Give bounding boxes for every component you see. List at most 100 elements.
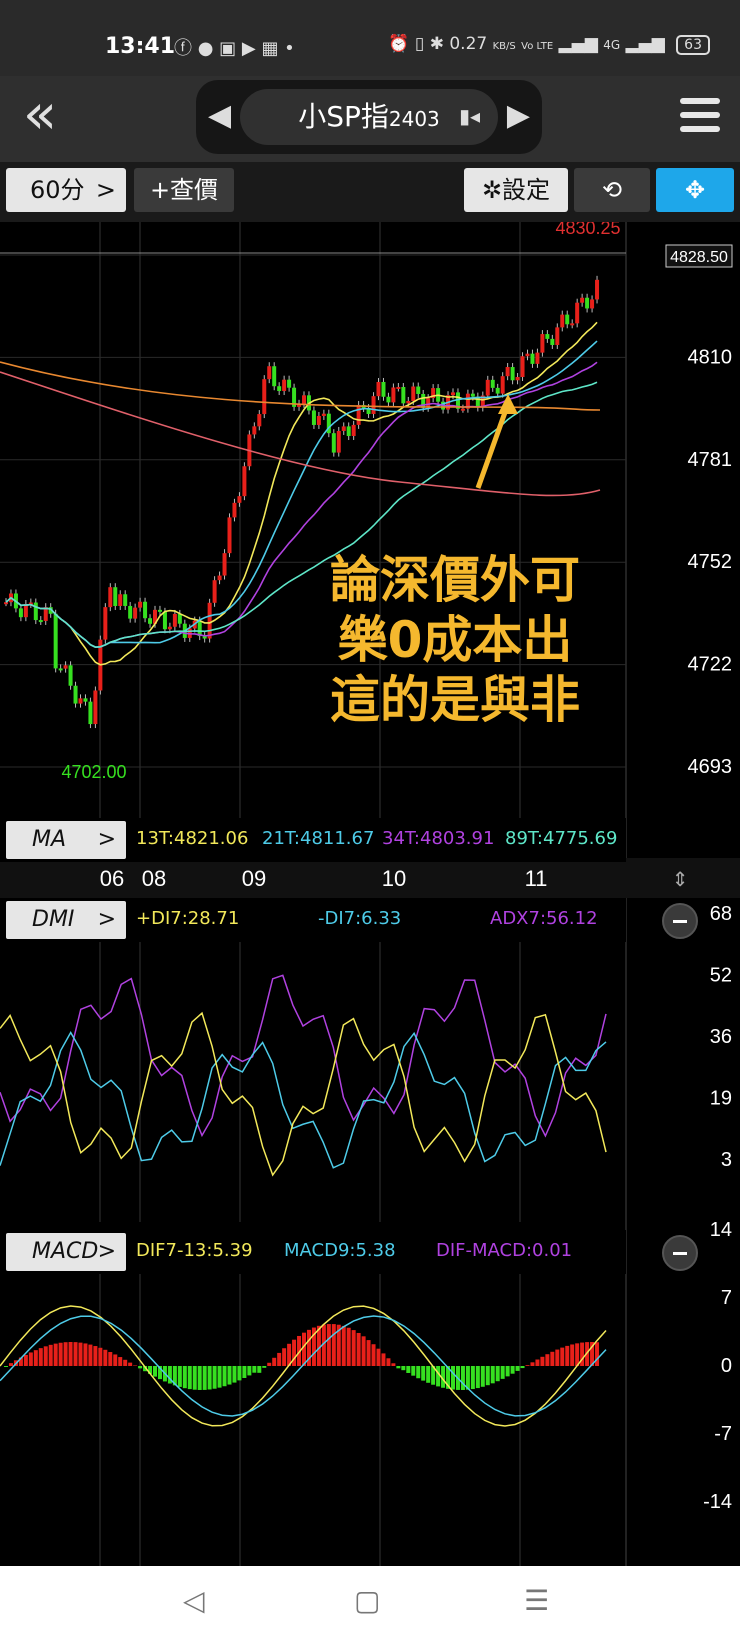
- macd-histogram-bar: [351, 1330, 356, 1366]
- candle-body: [212, 580, 217, 603]
- ma89-value: 89T:4775.69: [505, 828, 618, 849]
- macd-button[interactable]: MACD >: [6, 1233, 126, 1271]
- macd-histogram-bar: [232, 1366, 237, 1383]
- candle-body: [416, 386, 421, 394]
- macd-histogram-bar: [262, 1366, 267, 1368]
- macd-histogram-bar: [391, 1363, 396, 1366]
- chevron-right-icon: >: [97, 907, 116, 932]
- annotation-text: 論深價外可 樂0成本出 這的是與非: [305, 550, 605, 730]
- dmi-tick-label: 52: [710, 965, 732, 987]
- macd-histogram-bar: [525, 1365, 530, 1366]
- rotate-button[interactable]: ⟲: [574, 168, 650, 212]
- candle-body: [550, 338, 555, 345]
- candle-body: [580, 297, 585, 303]
- candle-body: [570, 323, 575, 326]
- macd-histogram-bar: [560, 1347, 565, 1366]
- macd-histogram-bar: [475, 1366, 480, 1389]
- dmi-button[interactable]: DMI >: [6, 901, 126, 939]
- prev-symbol-icon[interactable]: ◀: [208, 98, 231, 133]
- candle-body: [143, 601, 148, 619]
- drag-handle-icon[interactable]: ▮◂: [459, 104, 480, 128]
- macd-histogram-bar: [4, 1366, 8, 1367]
- ma-button[interactable]: MA >: [6, 821, 126, 859]
- macd-histogram-bar: [73, 1342, 78, 1366]
- settings-button[interactable]: ✲設定: [464, 168, 568, 212]
- candle-body: [585, 297, 590, 309]
- minus-di-line: [0, 1030, 607, 1169]
- candle-body: [510, 367, 515, 381]
- macd-histogram-bar: [38, 1348, 43, 1366]
- symbol-switcher: ◀ 小SP指2403 ▮◂ ▶: [196, 80, 542, 154]
- candle-body: [83, 698, 88, 702]
- candle-body: [78, 698, 83, 704]
- macd-histogram-bar: [381, 1353, 386, 1366]
- candle-body: [232, 502, 237, 518]
- resize-handle-icon: ⇕: [672, 867, 689, 891]
- candle-body: [530, 353, 535, 364]
- candle-body: [336, 430, 341, 453]
- candle-body: [316, 415, 321, 425]
- macd-histogram-bar: [202, 1366, 207, 1390]
- macd-histogram-bar: [138, 1366, 143, 1369]
- nav-back-icon[interactable]: ◁: [183, 1584, 205, 1617]
- macd-histogram-bar: [485, 1366, 490, 1386]
- back-icon[interactable]: «: [8, 87, 72, 146]
- x-tick-label: 06: [100, 866, 124, 891]
- price-chart[interactable]: 4839481047814752472246930608091011⇕68523…: [0, 222, 740, 1566]
- dmi-tick-label: 36: [710, 1026, 732, 1048]
- macd-histogram-bar: [361, 1336, 366, 1366]
- macd-histogram: [0, 1305, 607, 1427]
- candle-body: [113, 587, 118, 606]
- candle-body: [381, 381, 386, 397]
- settings-label: 設定: [502, 176, 551, 204]
- fullscreen-button[interactable]: ✥: [656, 168, 734, 212]
- macd-histogram-bar: [366, 1340, 371, 1366]
- next-symbol-icon[interactable]: ▶: [507, 98, 530, 133]
- macd-histogram-bar: [123, 1359, 128, 1366]
- candle-body: [277, 386, 282, 392]
- candle-body: [575, 302, 580, 324]
- candle-body: [555, 327, 560, 345]
- vibrate-icon: ▯: [414, 34, 425, 54]
- candle-body: [237, 496, 242, 503]
- macd-histogram-bar: [33, 1350, 38, 1366]
- macd-histogram-bar: [376, 1348, 381, 1366]
- battery-icon: 63: [676, 35, 710, 55]
- macd-histogram-bar: [237, 1366, 242, 1381]
- macd-histogram-bar: [520, 1366, 525, 1369]
- macd-histogram-bar: [411, 1366, 416, 1376]
- macd-histogram-bar: [470, 1366, 475, 1390]
- net-unit: KB/S: [492, 41, 516, 52]
- candle-body: [262, 379, 267, 415]
- alarm-icon: ⏰: [388, 34, 410, 54]
- query-price-button[interactable]: +查價: [134, 168, 234, 212]
- nav-home-icon[interactable]: ▢: [354, 1584, 380, 1617]
- candle-body: [123, 594, 128, 606]
- macd-histogram-bar: [257, 1366, 262, 1373]
- menu-icon[interactable]: [680, 98, 720, 140]
- status-time: 13:41: [105, 34, 176, 59]
- candle-body: [118, 594, 123, 606]
- candle-body: [391, 387, 396, 403]
- macd-histogram-bar: [272, 1357, 277, 1366]
- macd-histogram-bar: [252, 1366, 257, 1373]
- period-button[interactable]: 60分 >: [6, 168, 126, 212]
- collapse-macd-button[interactable]: [662, 1235, 698, 1271]
- candle-body: [545, 334, 550, 339]
- macd-histogram-bar: [277, 1352, 282, 1366]
- candle-body: [58, 668, 63, 671]
- macd-histogram-bar: [177, 1366, 182, 1387]
- nav-recents-icon[interactable]: ☰: [524, 1584, 549, 1617]
- macd-histogram-bar: [282, 1348, 287, 1366]
- collapse-dmi-button[interactable]: [662, 903, 698, 939]
- macd-histogram-bar: [133, 1365, 138, 1366]
- x-tick-label: 11: [525, 866, 548, 891]
- macd-histogram-bar: [436, 1366, 441, 1387]
- candle-body: [157, 609, 162, 612]
- network-type: 4G: [603, 38, 621, 52]
- macd-histogram-bar: [451, 1366, 455, 1390]
- macd-tick-label: 0: [721, 1355, 732, 1377]
- macd-histogram-bar: [222, 1366, 227, 1387]
- dmi-tick-label: 19: [710, 1088, 732, 1110]
- dif-value: DIF7-13:5.39: [136, 1240, 253, 1261]
